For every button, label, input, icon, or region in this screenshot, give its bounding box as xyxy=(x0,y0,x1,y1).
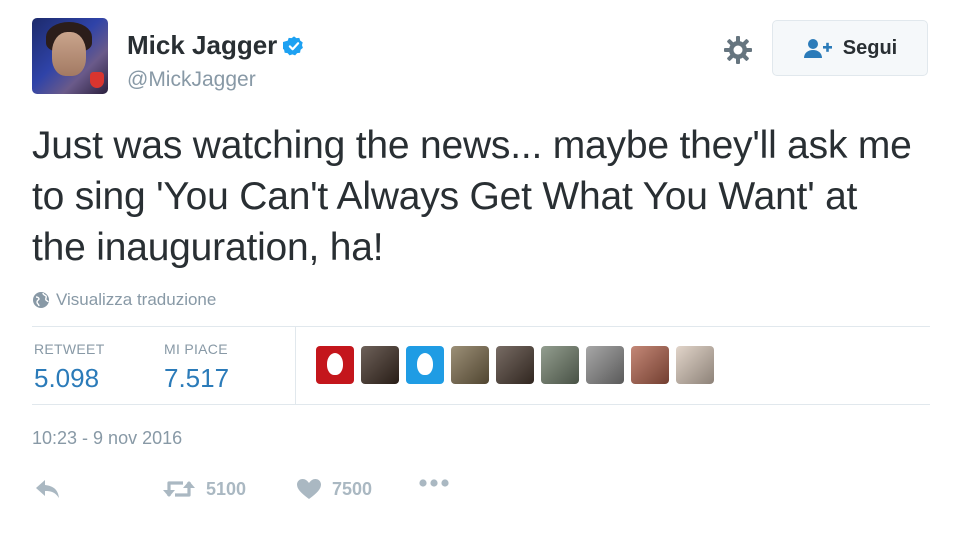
tweet-actions: 5100 7500 xyxy=(32,478,632,508)
retweet-stat-label: RETWEET xyxy=(34,341,105,357)
name-row: Mick Jagger xyxy=(127,30,305,61)
display-name[interactable]: Mick Jagger xyxy=(127,30,277,61)
user-handle[interactable]: @MickJagger xyxy=(127,68,256,92)
tweet-timestamp[interactable]: 10:23 - 9 nov 2016 xyxy=(32,428,182,449)
stats-divider xyxy=(295,327,296,404)
likes-stat-label: MI PIACE xyxy=(164,341,228,357)
retweet-count: 5100 xyxy=(206,478,247,499)
globe-icon xyxy=(33,292,49,308)
photo-avatar[interactable] xyxy=(586,346,624,384)
add-user-icon xyxy=(803,39,832,58)
like-count: 7500 xyxy=(332,478,373,499)
photo-avatar[interactable] xyxy=(676,346,714,384)
likes-stat[interactable]: MI PIACE 7.517 xyxy=(164,341,229,394)
heart-icon xyxy=(297,479,321,499)
photo-avatar[interactable] xyxy=(496,346,534,384)
photo-avatar[interactable] xyxy=(451,346,489,384)
tweet-stats: RETWEET 5.098 MI PIACE 7.517 xyxy=(32,326,930,405)
retweet-icon xyxy=(163,481,195,497)
more-button[interactable] xyxy=(418,478,450,488)
tweet-text: Just was watching the news... maybe they… xyxy=(32,124,912,269)
retweet-stat-value: 5.098 xyxy=(34,363,100,393)
avatar[interactable] xyxy=(32,18,108,94)
verified-badge-icon xyxy=(283,35,304,55)
tongue-logo-icon xyxy=(90,72,104,88)
reply-button[interactable] xyxy=(34,478,62,500)
likers-avatars xyxy=(316,346,714,384)
like-button[interactable]: 7500 xyxy=(296,478,372,500)
translate-link[interactable]: Visualizza traduzione xyxy=(32,290,216,310)
follow-button[interactable]: Segui xyxy=(772,20,928,76)
gear-icon[interactable] xyxy=(722,34,754,66)
egg-avatar[interactable] xyxy=(316,346,354,384)
retweet-stat[interactable]: RETWEET 5.098 xyxy=(34,341,105,394)
egg-icon xyxy=(327,353,343,375)
photo-avatar[interactable] xyxy=(631,346,669,384)
avatar-face xyxy=(52,32,86,76)
photo-avatar[interactable] xyxy=(361,346,399,384)
photo-avatar[interactable] xyxy=(541,346,579,384)
retweet-button[interactable]: 5100 xyxy=(162,478,246,500)
tweet-header: Mick Jagger @MickJagger Segui xyxy=(32,18,932,98)
translate-label: Visualizza traduzione xyxy=(56,290,217,309)
more-dots-icon xyxy=(419,479,449,487)
reply-icon xyxy=(36,480,59,498)
likes-stat-value: 7.517 xyxy=(164,363,230,393)
egg-icon xyxy=(417,353,433,375)
follow-button-label: Segui xyxy=(842,36,898,59)
egg-avatar[interactable] xyxy=(406,346,444,384)
